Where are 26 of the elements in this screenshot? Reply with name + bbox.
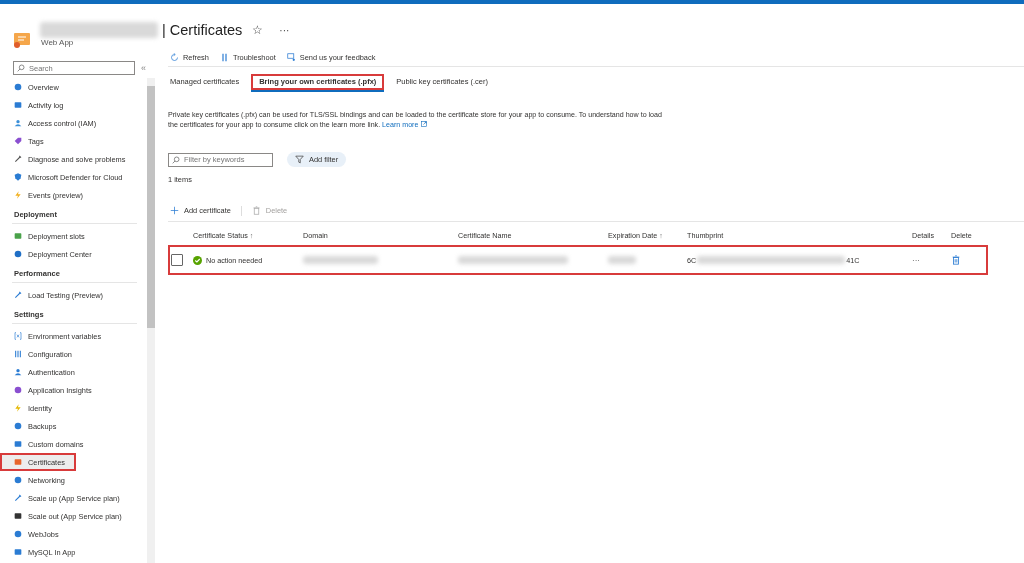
more-button[interactable]: ···	[273, 24, 296, 36]
scrollbar[interactable]	[147, 78, 155, 563]
scrollbar-thumb[interactable]	[147, 86, 155, 328]
checkbox[interactable]	[171, 254, 183, 266]
sliders-icon	[14, 350, 22, 358]
trash-icon[interactable]	[951, 255, 961, 265]
favorite-button[interactable]: ☆	[246, 23, 270, 37]
shield-icon	[14, 173, 22, 181]
redacted-text	[608, 256, 636, 264]
feedback-icon	[286, 52, 296, 62]
page-title: | Certificates	[162, 22, 243, 38]
trash-icon	[251, 206, 261, 215]
people-icon	[14, 119, 22, 127]
search-icon	[172, 155, 180, 164]
check-circle-icon	[193, 255, 202, 265]
filter-icon	[295, 155, 304, 164]
tag-icon	[14, 137, 22, 145]
refresh-icon	[170, 52, 179, 62]
plus-icon	[170, 206, 179, 215]
collapse-button[interactable]: «	[139, 63, 148, 73]
lightning-icon	[14, 191, 22, 199]
person-icon	[14, 368, 22, 376]
search-icon	[17, 64, 25, 72]
details-button[interactable]: ···	[912, 255, 926, 265]
brackets-icon	[14, 332, 22, 340]
resource-type: Web App	[41, 38, 75, 47]
